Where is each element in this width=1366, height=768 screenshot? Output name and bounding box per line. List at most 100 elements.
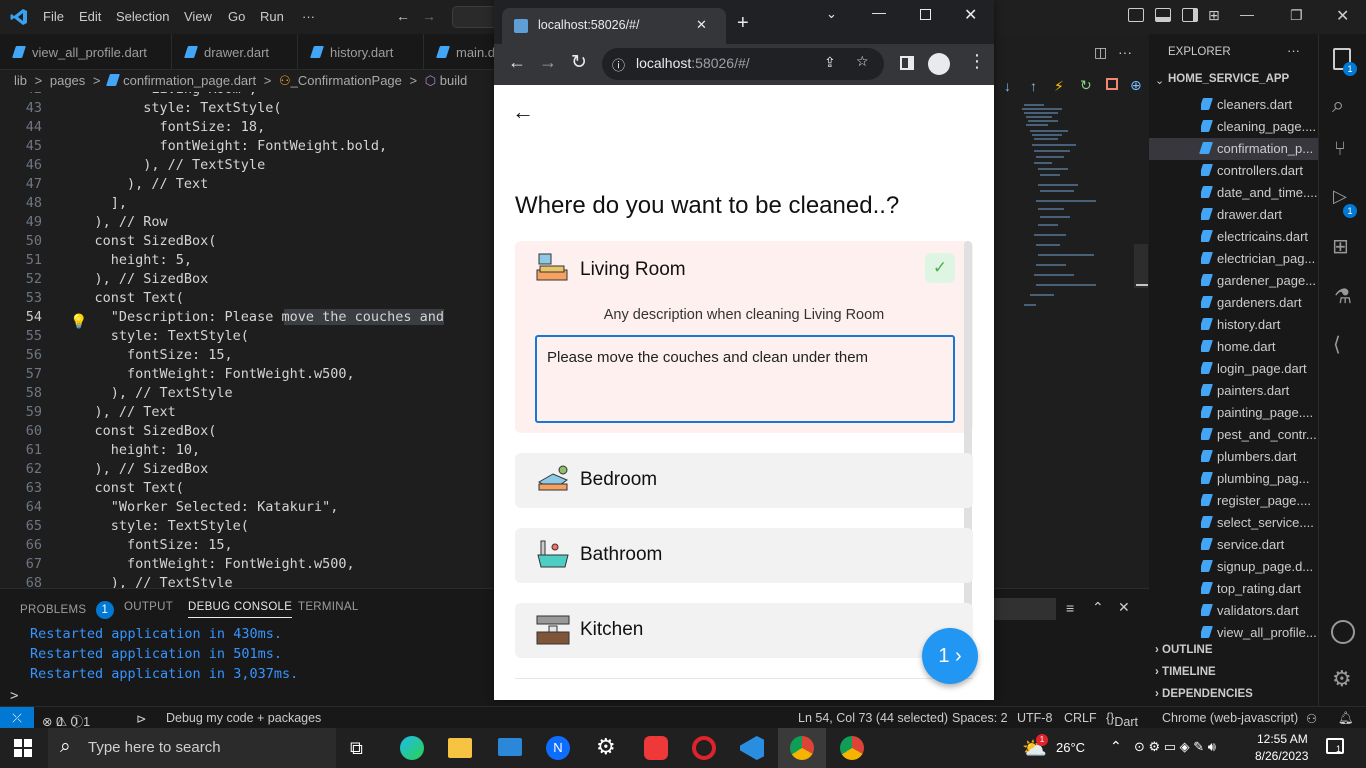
account-icon[interactable] (1331, 620, 1355, 644)
source-control-icon[interactable]: ⑂ (1334, 138, 1346, 161)
breadcrumb-method[interactable]: build (440, 73, 467, 88)
address-bar[interactable]: ⓘ localhost:58026/#/ ⇪ ☆ (602, 48, 884, 80)
edge-icon[interactable] (400, 736, 424, 760)
mail-icon[interactable] (498, 738, 522, 756)
file-item[interactable]: login_page.dart (1201, 358, 1317, 380)
hot-reload-icon[interactable]: ⚡ (1054, 78, 1064, 95)
room-card-bedroom[interactable]: Bedroom (515, 453, 973, 508)
nav-back-icon[interactable]: ← (396, 8, 410, 24)
stop-icon[interactable] (1106, 78, 1118, 90)
chrome-taskbar-icon-2[interactable] (840, 736, 864, 760)
app-back-arrow-icon[interactable]: ← (512, 99, 534, 125)
timeline-section[interactable]: › TIMELINE (1155, 666, 1216, 678)
chrome-taskbar-icon[interactable] (790, 736, 814, 760)
menu-file[interactable]: File (43, 9, 64, 24)
minimap[interactable] (994, 104, 1149, 588)
room-card-living-room[interactable]: Living Room ✓ Any description when clean… (515, 241, 973, 433)
restart-icon[interactable]: ↻ (1080, 77, 1092, 94)
feedback-icon[interactable]: ⚇ (1306, 711, 1317, 726)
code-editor[interactable]: 42 "Living Room",43 style: TextStyle(44 … (0, 92, 495, 588)
tab-view-all-profile[interactable]: view_all_profile.dart (0, 34, 172, 70)
debug-config-icon[interactable]: ⊳ (136, 711, 146, 726)
file-item[interactable]: view_all_profile... (1201, 622, 1317, 644)
maximize-panel-icon[interactable]: ⌃ (1092, 599, 1104, 616)
device-status[interactable]: Chrome (web-javascript) (1162, 711, 1298, 725)
encoding-status[interactable]: UTF-8 (1017, 711, 1052, 725)
window-close-icon[interactable]: ✕ (1336, 6, 1349, 26)
file-item[interactable]: drawer.dart (1201, 204, 1317, 226)
file-item[interactable]: service.dart (1201, 534, 1317, 556)
run-debug-icon[interactable]: ▷ (1333, 186, 1347, 207)
menu-more[interactable]: ··· (302, 9, 315, 24)
file-item[interactable]: electricains.dart (1201, 226, 1317, 248)
file-item[interactable]: controllers.dart (1201, 160, 1317, 182)
clock-time[interactable]: 12:55 AM (1257, 732, 1308, 746)
toggle-panel-icon[interactable] (1155, 8, 1171, 22)
step-into-icon[interactable]: ↓ (1004, 78, 1011, 94)
step-out-icon[interactable]: ↑ (1030, 78, 1037, 94)
chrome-minimize-icon[interactable]: — (872, 4, 886, 20)
tab-drawer[interactable]: drawer.dart (172, 34, 298, 70)
file-item[interactable]: history.dart (1201, 314, 1317, 336)
windows-start-icon[interactable] (14, 739, 32, 757)
breadcrumb-lib[interactable]: lib (14, 73, 27, 88)
tab-problems[interactable]: PROBLEMS 1 (20, 601, 114, 619)
reload-icon[interactable]: ↻ (571, 51, 587, 74)
file-item[interactable]: signup_page.d... (1201, 556, 1317, 578)
lightbulb-icon[interactable]: 💡 (70, 314, 87, 330)
menu-edit[interactable]: Edit (79, 9, 101, 24)
outline-section[interactable]: › OUTLINE (1155, 644, 1213, 656)
tab-search-icon[interactable]: ⌄ (826, 6, 837, 22)
file-item[interactable]: painters.dart (1201, 380, 1317, 402)
split-editor-icon[interactable]: ◫ (1094, 44, 1107, 61)
forward-arrow-icon[interactable]: → (539, 52, 557, 73)
room-card-bathroom[interactable]: Bathroom (515, 528, 973, 583)
file-item[interactable]: select_service.... (1201, 512, 1317, 534)
description-input[interactable]: Please move the couches and clean under … (535, 335, 955, 423)
toggle-secondary-sidebar-icon[interactable] (1182, 8, 1198, 22)
menu-go[interactable]: Go (228, 9, 245, 24)
toggle-sidebar-icon[interactable] (1128, 8, 1144, 22)
file-item[interactable]: confirmation_p... (1149, 138, 1318, 160)
chrome-maximize-icon[interactable] (920, 9, 931, 20)
chrome-menu-icon[interactable]: ⋮ (968, 51, 986, 72)
breadcrumb-class[interactable]: _ConfirmationPage (291, 73, 402, 88)
breadcrumb-file[interactable]: confirmation_page.dart (123, 73, 256, 88)
clock-date[interactable]: 8/26/2023 (1255, 749, 1308, 763)
task-view-icon[interactable]: ⧉ (350, 738, 363, 759)
file-item[interactable]: date_and_time.... (1201, 182, 1317, 204)
explorer-more-icon[interactable]: ··· (1287, 43, 1300, 58)
vivaldi-icon[interactable] (644, 736, 668, 760)
close-tab-icon[interactable]: ✕ (696, 17, 707, 33)
menu-view[interactable]: View (184, 9, 212, 24)
remote-indicator[interactable]: ⤫ (0, 707, 34, 729)
nav-forward-icon[interactable]: → (422, 8, 436, 24)
breadcrumb-pages[interactable]: pages (50, 73, 85, 88)
window-minimize-icon[interactable]: — (1240, 6, 1254, 22)
file-item[interactable]: gardeners.dart (1201, 292, 1317, 314)
tab-debug-console[interactable]: DEBUG CONSOLE (188, 601, 293, 618)
new-tab-icon[interactable]: + (737, 12, 749, 35)
tab-terminal[interactable]: TERMINAL (298, 601, 359, 613)
close-panel-icon[interactable]: ✕ (1118, 599, 1130, 616)
show-hidden-icons-icon[interactable]: ⌃ (1110, 738, 1122, 755)
side-panel-icon[interactable] (900, 56, 914, 70)
menu-run[interactable]: Run (260, 9, 284, 24)
file-item[interactable]: register_page.... (1201, 490, 1317, 512)
tray-icons[interactable]: ⊙ ⚙ ▭ ◈ ✎ 🔊︎ (1134, 739, 1216, 755)
file-item[interactable]: pest_and_contr... (1201, 424, 1317, 446)
notification-center-icon[interactable] (1326, 738, 1344, 754)
file-item[interactable]: home.dart (1201, 336, 1317, 358)
extensions-icon[interactable]: ⊞ (1332, 234, 1349, 259)
profile-avatar-icon[interactable] (928, 53, 950, 75)
tab-output[interactable]: OUTPUT (124, 601, 173, 613)
vscode-taskbar-icon[interactable] (740, 736, 764, 760)
opera-icon[interactable] (692, 736, 716, 760)
file-item[interactable]: electrician_pag... (1201, 248, 1317, 270)
dependencies-section[interactable]: › DEPENDENCIES (1155, 688, 1253, 700)
menu-selection[interactable]: Selection (116, 9, 169, 24)
manage-gear-icon[interactable]: ⚙ (1332, 666, 1352, 692)
console-input-prompt[interactable]: > (10, 688, 18, 704)
chrome-close-icon[interactable]: ✕ (964, 5, 977, 25)
share-icon[interactable]: ⇪ (824, 54, 836, 71)
